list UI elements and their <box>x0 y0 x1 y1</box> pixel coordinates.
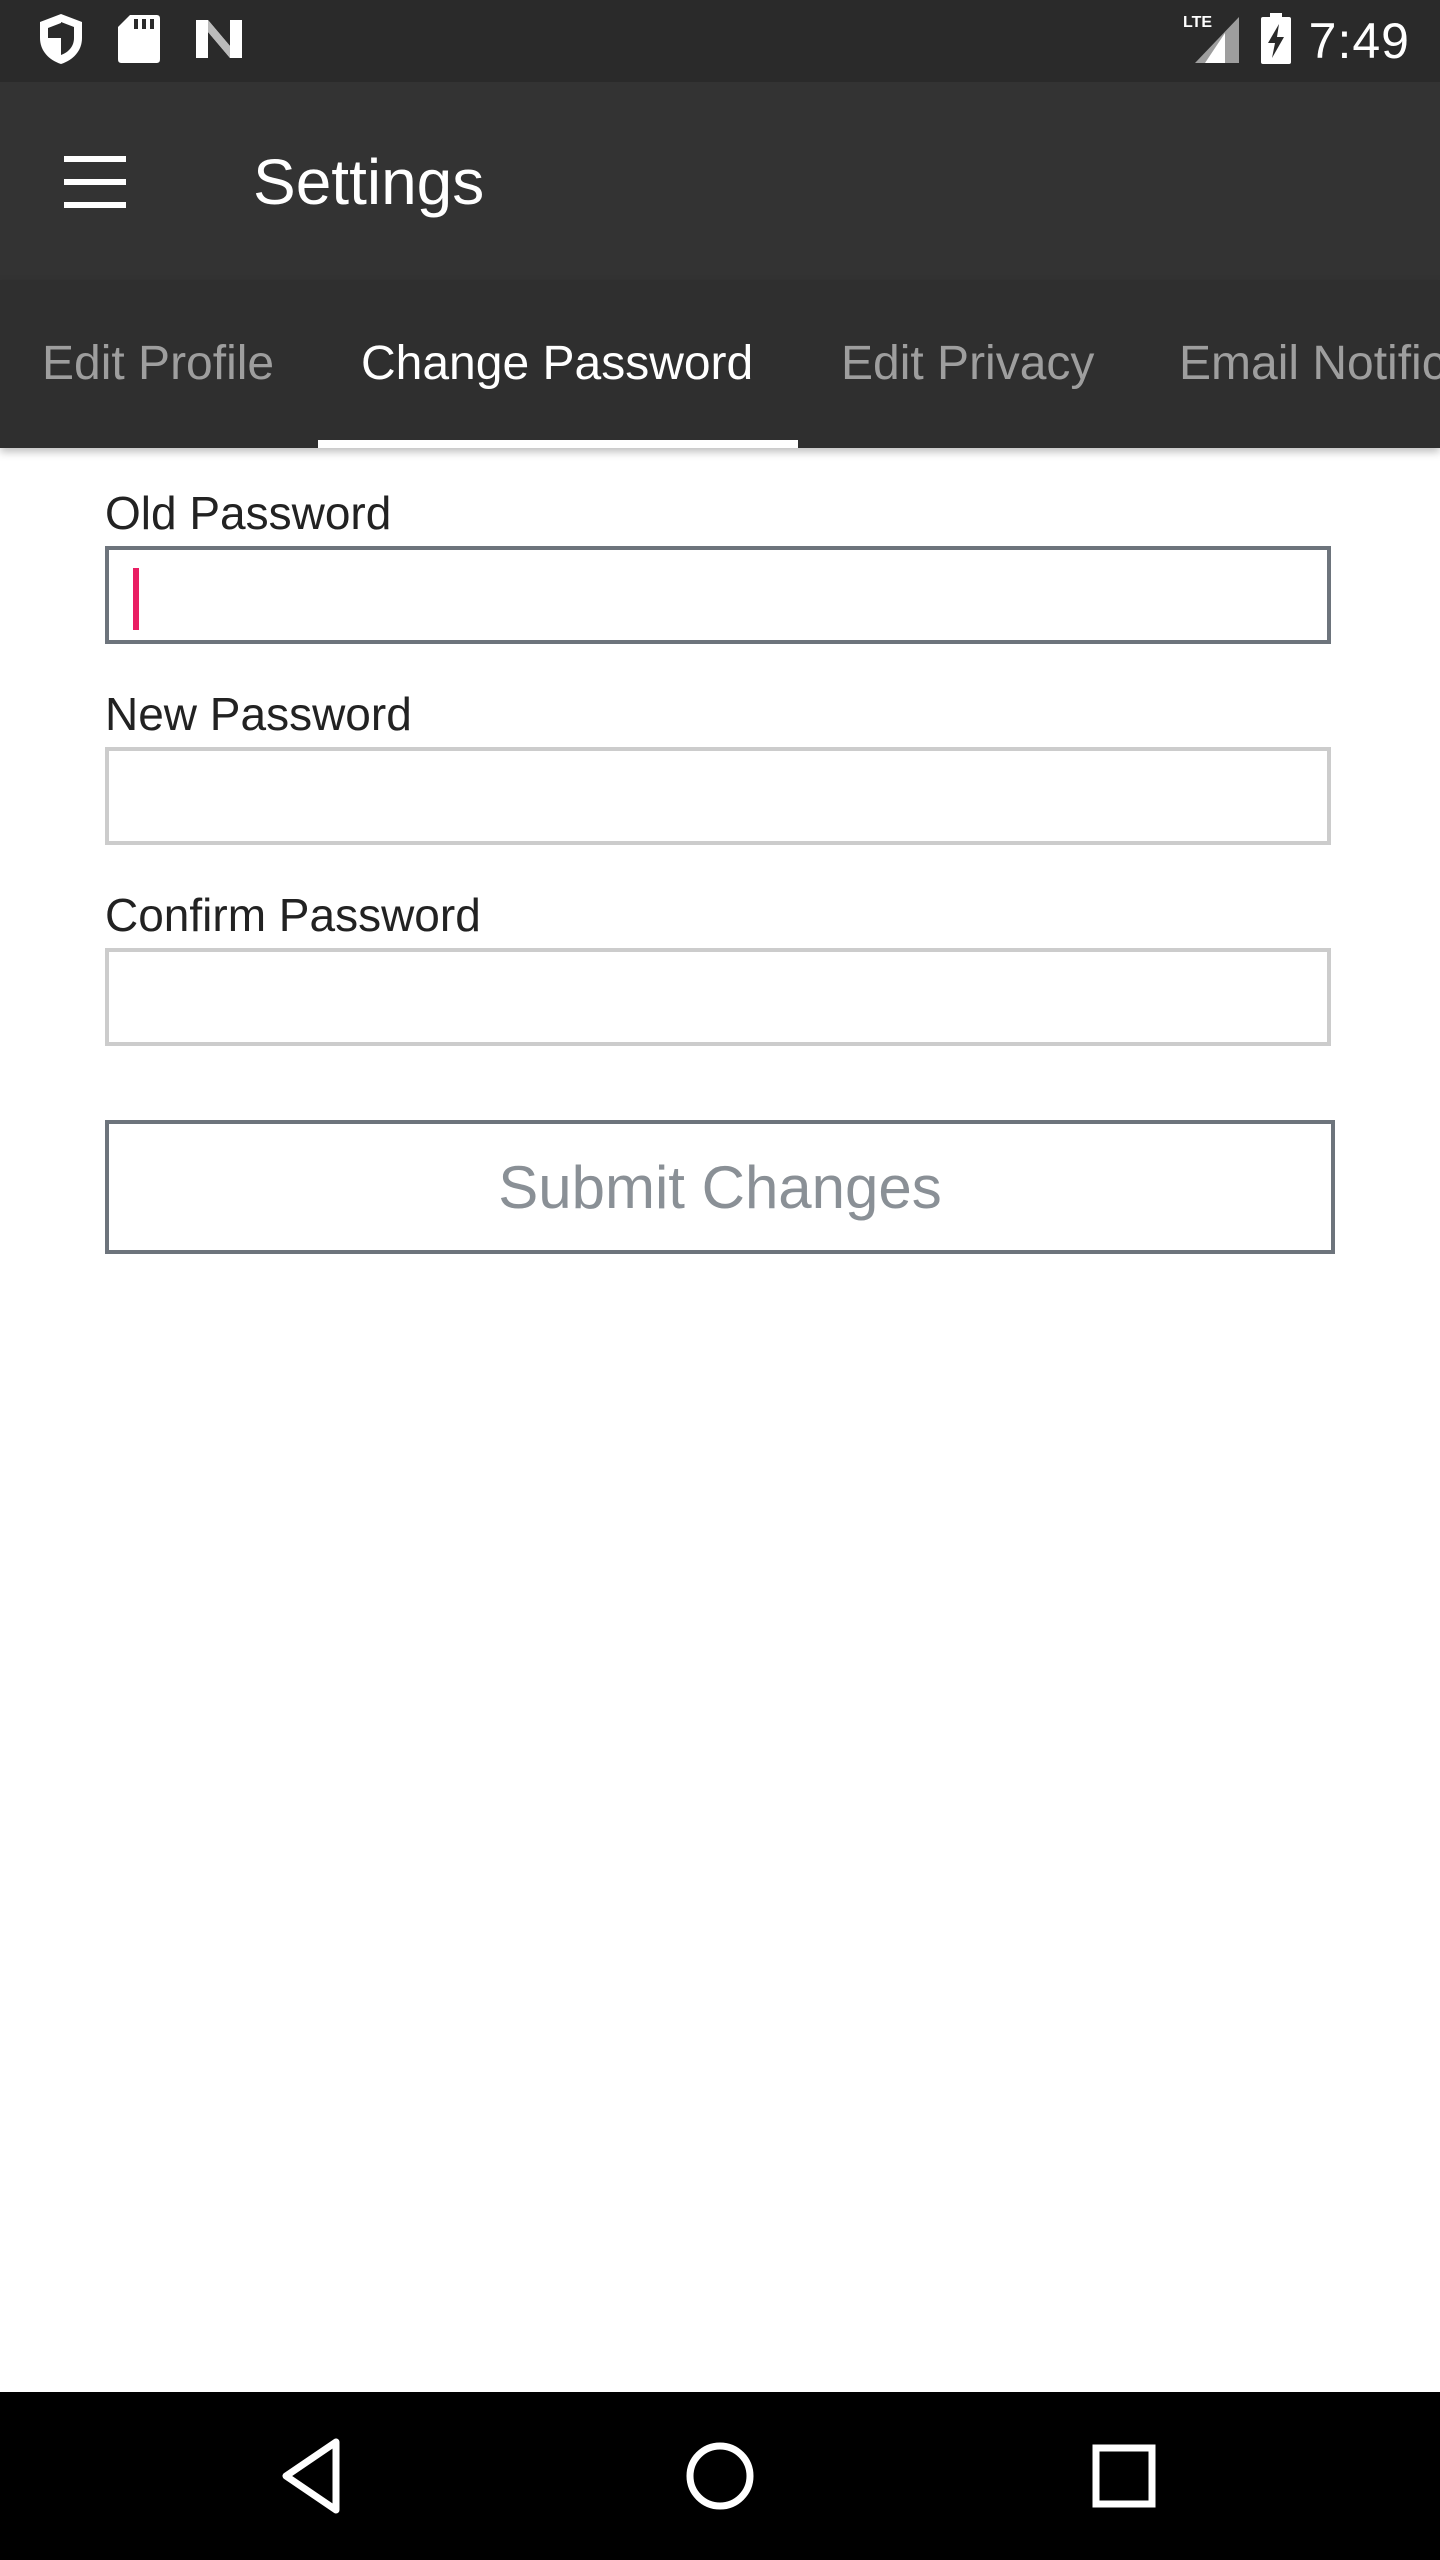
old-password-field[interactable] <box>105 546 1331 644</box>
tab-change-password[interactable]: Change Password <box>361 280 753 448</box>
active-tab-indicator <box>318 440 798 448</box>
old-password-label: Old Password <box>105 487 392 539</box>
app-bar: Settings <box>0 82 1440 280</box>
home-icon[interactable] <box>674 2430 766 2522</box>
new-password-label: New Password <box>105 688 412 740</box>
recents-icon[interactable] <box>1078 2430 1170 2522</box>
network-type-label: LTE <box>1183 14 1212 31</box>
tab-edit-profile[interactable]: Edit Profile <box>42 280 274 448</box>
notification-n-icon <box>192 16 246 67</box>
tab-bar: Edit Profile Change Password Edit Privac… <box>0 280 1440 448</box>
status-time: 7:49 <box>1308 13 1410 69</box>
status-right-icons: LTE 7:49 <box>1181 10 1410 72</box>
status-bar: LTE 7:49 <box>0 0 1440 82</box>
shield-icon <box>36 12 86 71</box>
tab-email-notifications[interactable]: Email Notific <box>1179 280 1440 448</box>
new-password-field[interactable] <box>105 747 1331 845</box>
sd-card-icon <box>116 13 162 70</box>
page-title: Settings <box>253 146 485 218</box>
status-left-icons <box>36 12 246 71</box>
confirm-password-label: Confirm Password <box>105 889 481 941</box>
hamburger-menu-icon[interactable] <box>58 142 138 222</box>
signal-icon: LTE <box>1181 11 1243 72</box>
back-icon[interactable] <box>270 2430 362 2522</box>
tab-edit-privacy[interactable]: Edit Privacy <box>841 280 1094 448</box>
confirm-password-field[interactable] <box>105 948 1331 1046</box>
text-cursor <box>133 568 139 630</box>
navigation-bar <box>0 2392 1440 2560</box>
submit-changes-button[interactable]: Submit Changes <box>105 1120 1335 1254</box>
battery-charging-icon <box>1259 12 1293 71</box>
